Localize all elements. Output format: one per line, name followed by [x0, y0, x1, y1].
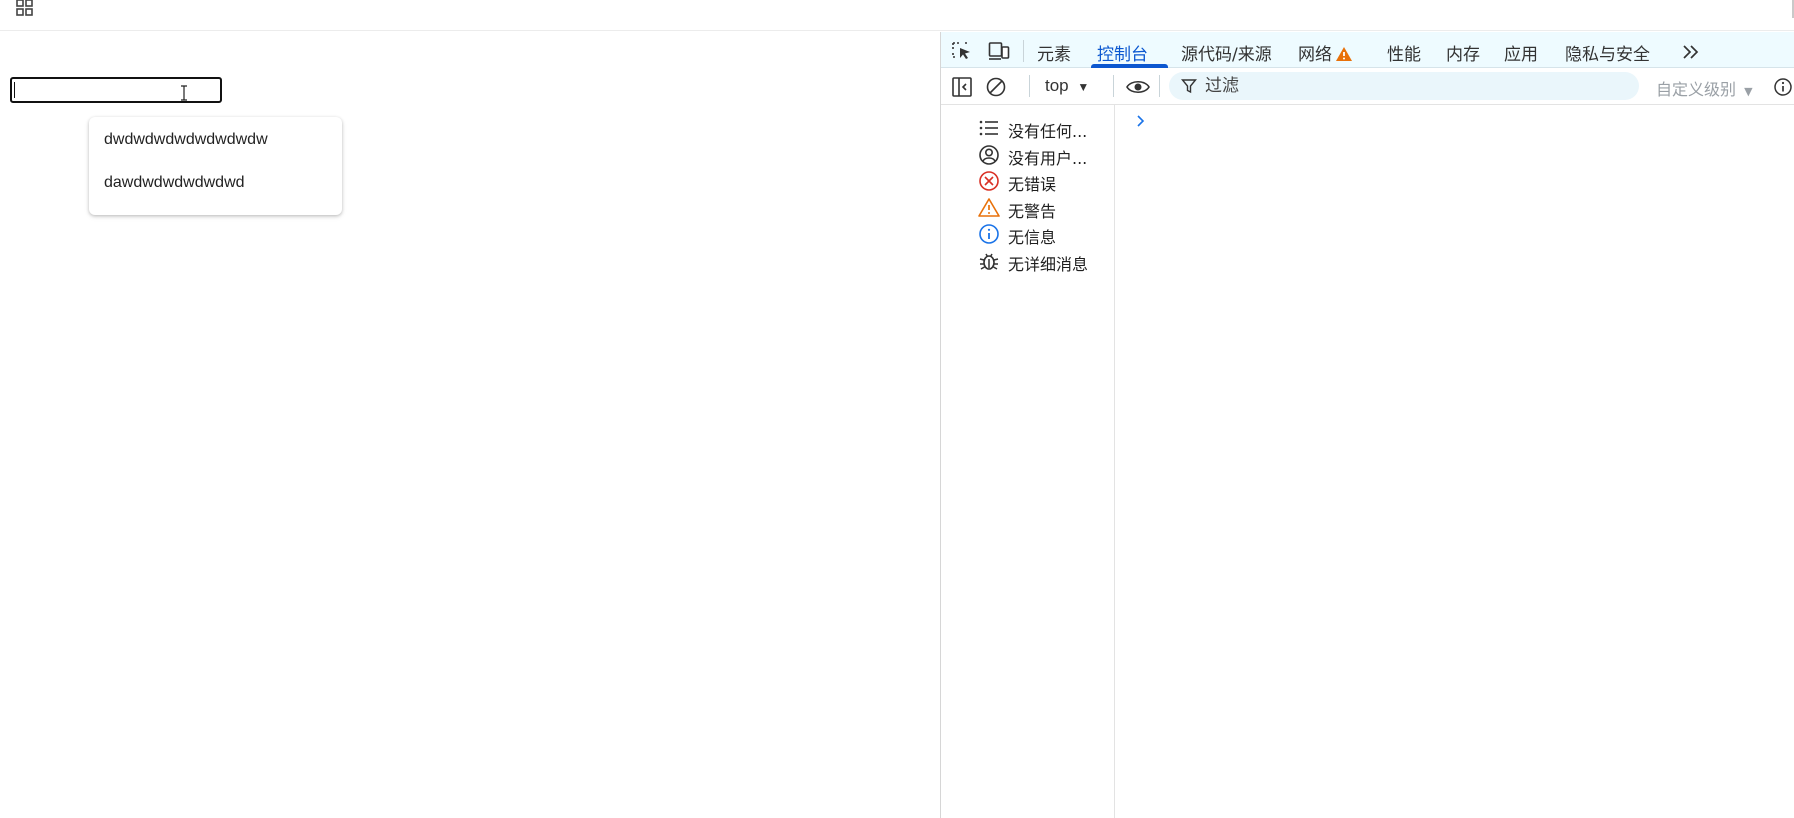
tab-separator	[1023, 40, 1024, 62]
filter-funnel-icon	[1181, 79, 1197, 94]
console-sidebar: 没有任何... 没有用户... 无错误 无警告 无信息 无详细消息	[941, 105, 1115, 818]
warning-icon	[978, 198, 1000, 217]
tab-privacy-security[interactable]: 隐私与安全	[1565, 40, 1650, 65]
tab-sources[interactable]: 源代码/来源	[1181, 40, 1272, 65]
error-icon	[979, 171, 999, 191]
console-toolbar: top ▼ 自定义级别 ▼	[941, 68, 1794, 105]
device-toolbar-icon[interactable]	[988, 41, 1010, 61]
inspect-element-icon[interactable]	[951, 41, 973, 61]
toolbar-separator	[1029, 75, 1030, 97]
caret-down-icon: ▼	[1744, 85, 1753, 98]
tab-console[interactable]: 控制台	[1097, 40, 1148, 65]
clear-console-icon[interactable]	[985, 76, 1007, 98]
chevron-right-icon	[1137, 115, 1145, 127]
ibeam-cursor-icon	[181, 85, 187, 101]
user-icon	[979, 145, 999, 165]
tab-memory[interactable]: 内存	[1446, 40, 1480, 65]
caret-down-icon: ▼	[1077, 80, 1090, 94]
sidebar-item-label: 没有用户...	[1008, 149, 1088, 168]
sidebar-item-label: 无错误	[1008, 175, 1057, 194]
autocomplete-dropdown: dwdwdwdwdwdwdwdw dawdwdwdwdwdwd	[89, 117, 342, 215]
sidebar-item-label: 无信息	[1008, 228, 1057, 247]
log-level-selector[interactable]: 自定义级别 ▼	[1656, 76, 1753, 100]
search-input[interactable]	[10, 77, 222, 103]
apps-grid-icon[interactable]	[16, 0, 34, 16]
warning-icon	[1336, 47, 1352, 61]
bug-icon	[979, 253, 999, 270]
filter-box	[1169, 72, 1639, 100]
suggestion-item[interactable]: dwdwdwdwdwdwdwdw	[104, 131, 268, 149]
info-icon[interactable]	[1773, 77, 1793, 97]
context-selector-value: top	[1045, 76, 1069, 95]
devtools-tab-bar: 元素 控制台 源代码/来源 网络 性能 内存 应用 隐私与安全	[941, 32, 1794, 68]
sidebar-toggle-icon[interactable]	[951, 76, 973, 98]
console-output[interactable]	[1116, 105, 1794, 818]
page-content: dwdwdwdwdwdwdwdw dawdwdwdwdwdwd	[0, 32, 940, 818]
filter-input[interactable]	[1205, 75, 1625, 97]
screen: dwdwdwdwdwdwdwdw dawdwdwdwdwdwd 元素 控制台 源…	[0, 0, 1794, 818]
suggestion-item[interactable]: dawdwdwdwdwdwd	[104, 174, 245, 192]
sidebar-item-label: 无警告	[1008, 202, 1057, 221]
tab-application[interactable]: 应用	[1504, 40, 1538, 65]
log-level-value: 自定义级别	[1656, 80, 1737, 99]
info-icon	[979, 224, 999, 244]
eye-icon[interactable]	[1125, 76, 1151, 98]
sidebar-item-label: 无详细消息	[1008, 255, 1089, 274]
list-icon	[979, 120, 998, 136]
tab-performance[interactable]: 性能	[1387, 40, 1421, 65]
tab-network[interactable]: 网络	[1298, 40, 1353, 65]
tab-network-label: 网络	[1298, 45, 1332, 65]
tab-elements[interactable]: 元素	[1037, 40, 1071, 65]
devtools-panel: 元素 控制台 源代码/来源 网络 性能 内存 应用 隐私与安全 top ▼ 过滤…	[940, 32, 1794, 818]
sidebar-item-label: 没有任何...	[1008, 122, 1088, 141]
toolbar-separator	[1159, 75, 1160, 97]
browser-top-strip	[0, 0, 1794, 31]
context-selector[interactable]: top ▼	[1045, 76, 1089, 96]
chevrons-right-icon[interactable]	[1680, 42, 1702, 62]
text-caret	[14, 82, 15, 98]
toolbar-separator	[1113, 75, 1114, 97]
